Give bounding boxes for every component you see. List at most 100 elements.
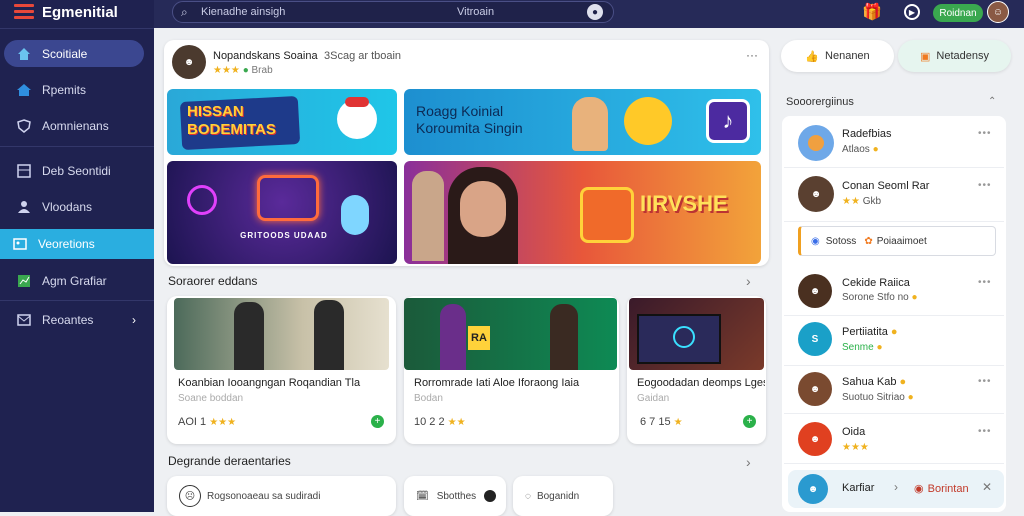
video-title[interactable]: Eogoodadan deomps Lgesi — [637, 377, 765, 389]
add-icon[interactable]: + — [371, 415, 384, 428]
mail-icon — [16, 312, 32, 328]
more-icon[interactable]: ••• — [978, 180, 992, 191]
shield-icon: ◌ — [525, 490, 531, 502]
banner-3[interactable]: GRITOODS UDAAD — [167, 161, 397, 264]
section-title: Degrande deraentaries — [168, 454, 291, 468]
user-icon — [16, 199, 32, 215]
sidebar-item-label: Aomnienans — [42, 118, 109, 133]
shield-icon — [16, 118, 32, 134]
sidebar-item-home[interactable]: Scoitiale — [4, 40, 144, 67]
sidebar-item-subscriptions[interactable]: Deb Seontidi — [4, 157, 144, 184]
sidebar-item-explore[interactable]: Rpemits — [4, 76, 144, 103]
footer-action[interactable]: ◉ Borintan — [914, 482, 969, 495]
chevron-right-icon[interactable]: › — [894, 480, 898, 494]
category-button[interactable]: ◌ Boganidn — [513, 476, 613, 516]
thumb-icon: 👍 — [805, 50, 820, 63]
author-avatar[interactable]: ☻ — [172, 45, 206, 79]
mic-icon[interactable]: ● — [587, 4, 603, 20]
avatar: ☻ — [798, 372, 832, 406]
video-meta: 6 7 15 ★ — [640, 416, 683, 428]
category-button[interactable]: 🗓 Sbotthes — [404, 476, 506, 516]
video-meta: 10 2 2 ★★ — [414, 416, 466, 428]
sidebar-item-label: Reoantes — [42, 312, 94, 327]
pill-left-button[interactable]: 👍 Nenanen — [781, 40, 894, 72]
face-icon: ☹ — [179, 485, 201, 507]
rating-stars: ★★★ ● Brab — [213, 65, 273, 76]
video-meta: AOI 1 ★★★ — [178, 416, 237, 428]
person-illustration — [412, 171, 444, 261]
chevron-right-icon[interactable]: › — [746, 454, 751, 470]
sidebar-item-label: Agm Grafiar — [42, 273, 107, 288]
panel-header: Sooorergiinus — [786, 96, 854, 108]
video-subtitle: Gaidan — [637, 393, 670, 404]
gift-icon[interactable]: 🎁 — [860, 2, 884, 24]
home-icon — [16, 46, 32, 62]
sidebar: Egmenitial Scoitiale Rpemits Aomnienans … — [0, 0, 154, 512]
author-name[interactable]: Nopandskans Soaina — [213, 50, 318, 62]
search-icon: ⌕ — [181, 4, 188, 19]
more-icon[interactable]: ••• — [978, 376, 992, 387]
primary-action-button[interactable]: Roidnan — [933, 4, 983, 22]
avatar: ☻ — [798, 474, 828, 504]
image-icon — [12, 236, 28, 252]
video-thumbnail[interactable] — [174, 298, 389, 370]
more-icon[interactable]: ••• — [978, 128, 992, 139]
list-item[interactable]: ☻ Cekide Raiica Sorone Stfo no ● ••• — [784, 268, 1004, 316]
divider — [0, 28, 154, 29]
more-icon[interactable]: ••• — [978, 426, 992, 437]
divider — [0, 146, 154, 147]
chart-icon — [16, 273, 32, 289]
profile-avatar[interactable]: ☺ — [987, 1, 1009, 23]
list-item[interactable]: ☻ Sahua Kab ● Suotuo Sitriao ● ••• — [784, 366, 1004, 414]
video-title[interactable]: Koanbian Iooangngan Roqandian Tla — [178, 377, 388, 389]
sidebar-item-notifications[interactable]: Aomnienans — [4, 112, 144, 139]
pill-right-button[interactable]: ▣ Netadensy — [898, 40, 1011, 72]
sidebar-item-label: Deb Seontidi — [42, 163, 111, 178]
tv-illustration — [580, 187, 634, 243]
banner-1[interactable]: HISSAN BODEMITAS — [167, 89, 397, 155]
sidebar-item-label: Rpemits — [42, 82, 87, 97]
sidebar-item-graphs[interactable]: Agm Grafiar — [4, 267, 144, 294]
more-options-icon[interactable]: ··· — [746, 48, 758, 62]
chevron-up-icon[interactable]: ⌃ — [988, 96, 996, 107]
sidebar-item-videos[interactable]: Vloodans — [4, 193, 144, 220]
mic-illustration — [187, 185, 217, 215]
more-icon[interactable]: ••• — [978, 277, 992, 288]
logo-icon — [14, 4, 34, 20]
avatar: S — [798, 322, 832, 356]
category-button[interactable]: ☹ Rogsonoaeau sa sudiradi — [167, 476, 396, 516]
calendar-icon: 🗓 — [416, 490, 429, 502]
search-placeholder: Kienadhe ainsigh — [201, 6, 286, 18]
sidebar-item-resources[interactable]: Reoantes › — [4, 306, 144, 333]
footer-bar: ☻ Karfiar › ◉ Borintan ✕ — [788, 470, 1004, 508]
divider — [0, 300, 154, 301]
list-item[interactable]: ☻ Oida ★★★ ••• — [784, 416, 1004, 464]
notification-banner[interactable]: ◉ Sotoss ✿ Poiaaimoet — [798, 226, 996, 256]
video-thumbnail[interactable] — [629, 298, 764, 370]
list-item[interactable]: ☻ Conan Seoml Rar ★★ Gkb ••• — [784, 170, 1004, 222]
section-title: Soraorer eddans — [168, 274, 258, 288]
music-note-icon: ♪ — [706, 99, 750, 143]
video-subtitle: Bodan — [414, 393, 443, 404]
avatar: ☻ — [798, 274, 832, 308]
search-input[interactable]: ⌕ Kienadhe ainsigh Vitroain ● — [172, 1, 614, 23]
video-thumbnail[interactable]: RA — [404, 298, 617, 370]
ghost-illustration — [341, 195, 369, 235]
list-item[interactable]: Radefbias Atlaos ● ••• — [784, 120, 1004, 168]
sidebar-item-creations[interactable]: Veoretions — [0, 229, 154, 259]
video-title[interactable]: Rorromrade Iati Aloe Iforaong Iaia — [414, 377, 614, 389]
list-item[interactable]: S Pertiiatita ● Senme ● — [784, 318, 1004, 366]
app-title: Egmenitial — [42, 4, 118, 21]
close-icon[interactable]: ✕ — [982, 480, 992, 494]
add-icon[interactable]: + — [743, 415, 756, 428]
chevron-right-icon: › — [132, 312, 136, 327]
banner-4[interactable]: IIRVSHE — [404, 161, 761, 264]
chevron-right-icon[interactable]: › — [746, 273, 751, 289]
video-subtitle: Soane boddan — [178, 393, 244, 404]
play-icon[interactable]: ▶ — [904, 4, 920, 20]
banner-2[interactable]: Roagg Koinial Koroumita Singin ♪ — [404, 89, 761, 155]
search-scope: Vitroain — [457, 6, 495, 18]
eye-icon: ◉ — [811, 235, 820, 247]
avatar — [798, 125, 834, 161]
sidebar-item-label: Veoretions — [38, 237, 95, 251]
